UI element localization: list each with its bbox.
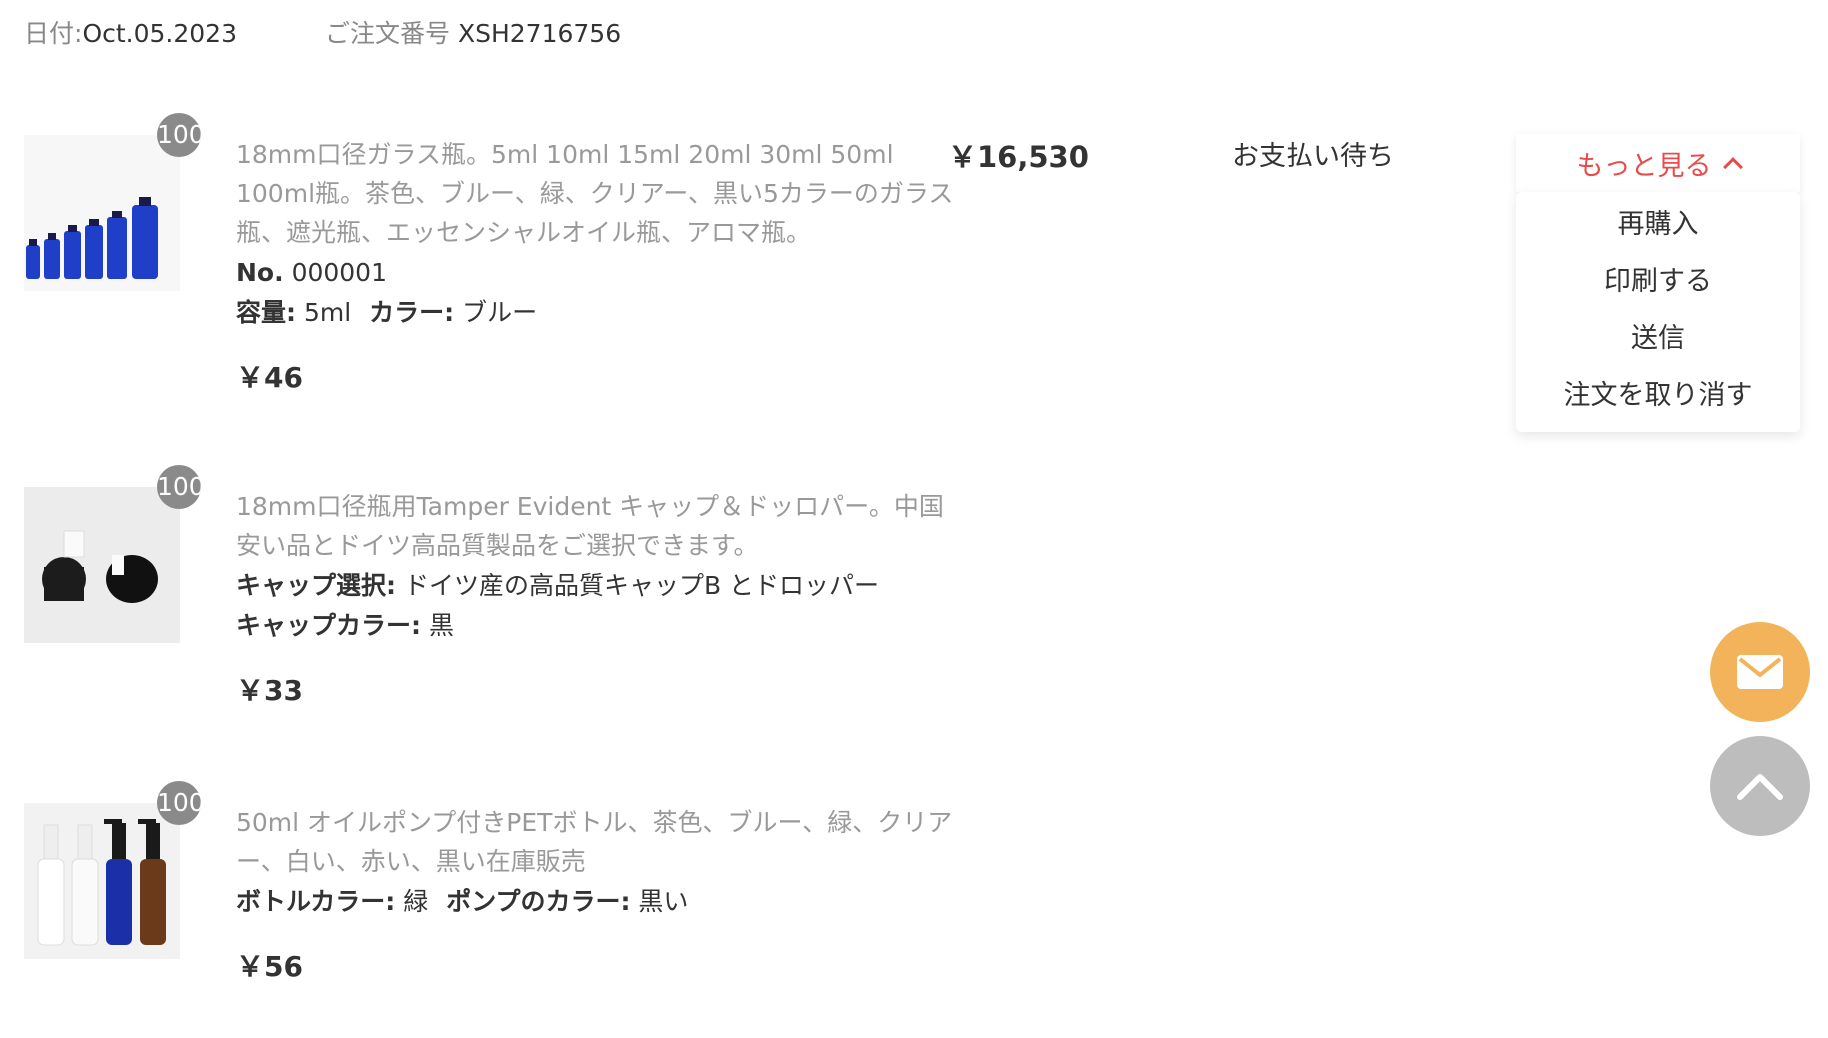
- item-title[interactable]: 50ml オイルポンプ付きPETボトル、茶色、ブルー、緑、クリアー、白い、赤い、…: [236, 803, 956, 881]
- quantity-badge: 100: [157, 465, 201, 509]
- item-price: ￥33: [236, 674, 303, 707]
- item-spec: 容量: 5ml カラー: ブルー: [236, 298, 538, 327]
- item-title[interactable]: 18mm口径瓶用Tamper Evident キャップ＆ドッロパー。中国安い品と…: [236, 487, 956, 565]
- order-total: ￥16,530: [948, 140, 1089, 174]
- item-title[interactable]: 18mm口径ガラス瓶。5ml 10ml 15ml 20ml 30ml 50ml …: [236, 135, 956, 252]
- item-spec: ボトルカラー: 緑ポンプのカラー: 黒い: [236, 887, 689, 916]
- more-dropdown-menu: 再購入 印刷する 送信 注文を取り消す: [1516, 192, 1800, 432]
- item-price: ￥46: [236, 361, 303, 394]
- scroll-top-button[interactable]: [1710, 736, 1810, 836]
- product-image[interactable]: [24, 135, 180, 291]
- order-item: 100 18mm口径瓶用Tamper Evident キャップ＆ドッロパー。中国…: [24, 465, 944, 737]
- item-spec: キャップカラー: 黒: [236, 611, 454, 640]
- item-spec: キャップ選択: ドイツ産の高品質キャップB とドロッパー: [236, 571, 880, 600]
- mail-icon: [1737, 655, 1783, 689]
- order-item: 100 50ml オイルポンプ付きPETボトル、茶色、ブルー、緑、クリアー、白い…: [24, 781, 952, 1023]
- order-item: 100 18mm口径ガラス瓶。5ml 10ml 15ml 20ml 30ml 5…: [24, 113, 953, 435]
- item-number: No. 000001: [236, 258, 387, 287]
- more-button[interactable]: もっと見る: [1516, 134, 1800, 192]
- more-button-label: もっと見る: [1576, 150, 1712, 182]
- chevron-up-icon: [1722, 157, 1743, 177]
- item-info: 18mm口径ガラス瓶。5ml 10ml 15ml 20ml 30ml 50ml …: [236, 135, 956, 396]
- menu-item-repurchase[interactable]: 再購入: [1516, 196, 1800, 253]
- menu-item-print[interactable]: 印刷する: [1516, 253, 1800, 310]
- item-price: ￥56: [236, 950, 303, 983]
- order-date: 日付:Oct.05.2023: [24, 19, 237, 48]
- product-image[interactable]: [24, 803, 180, 959]
- menu-item-cancel-order[interactable]: 注文を取り消す: [1516, 367, 1800, 424]
- quantity-badge: 100: [157, 113, 201, 157]
- item-info: 50ml オイルポンプ付きPETボトル、茶色、ブルー、緑、クリアー、白い、赤い、…: [236, 803, 956, 985]
- order-status: お支払い待ち: [1232, 141, 1394, 172]
- product-image[interactable]: [24, 487, 180, 643]
- item-info: 18mm口径瓶用Tamper Evident キャップ＆ドッロパー。中国安い品と…: [236, 487, 956, 709]
- order-header: 日付:Oct.05.2023 ご注文番号 XSH2716756: [24, 14, 621, 50]
- order-number: ご注文番号 XSH2716756: [325, 19, 622, 48]
- chevron-up-icon: [1737, 774, 1783, 800]
- quantity-badge: 100: [157, 781, 201, 825]
- menu-item-send[interactable]: 送信: [1516, 310, 1800, 367]
- contact-mail-button[interactable]: [1710, 622, 1810, 722]
